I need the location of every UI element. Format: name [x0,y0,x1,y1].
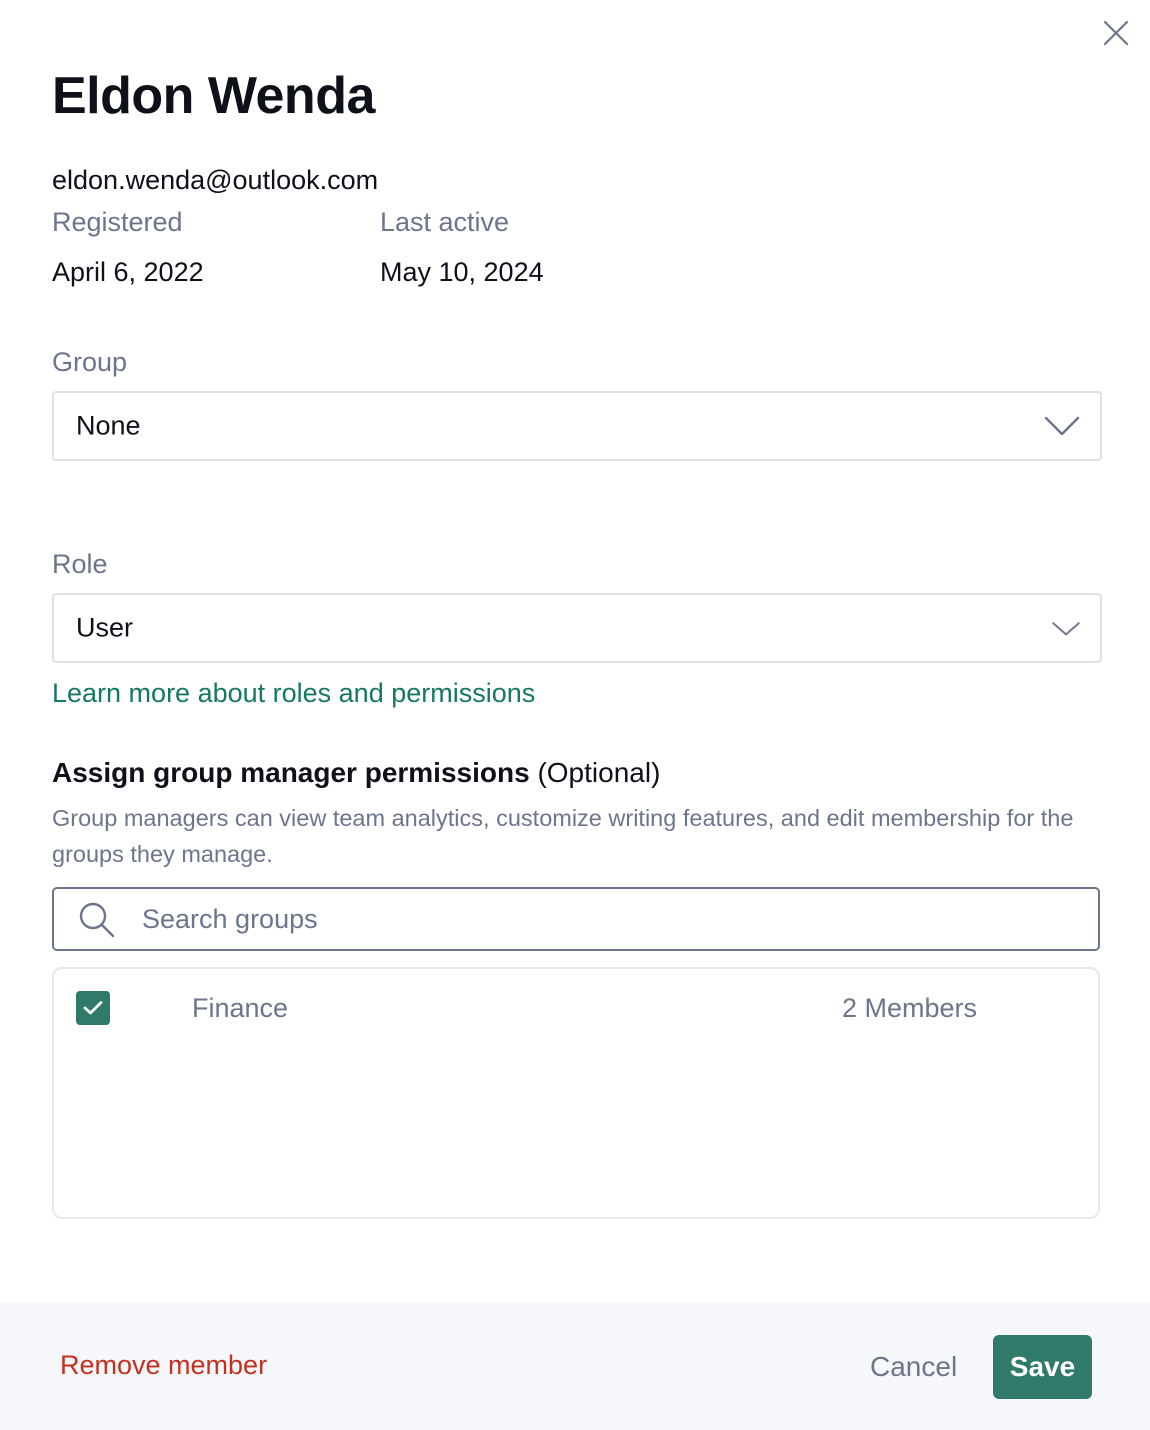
last-active-label: Last active [380,207,510,237]
member-email: eldon.wenda@outlook.com [52,165,379,195]
manager-section-title: Assign group manager permissions (Option… [52,757,660,789]
remove-member-button[interactable]: Remove member [60,1350,267,1381]
manager-section-heading: Assign group manager permissions [52,757,530,788]
list-item[interactable]: Finance 2 Members [54,969,1098,1049]
search-icon [79,902,115,938]
save-button[interactable]: Save [993,1335,1092,1399]
registered-value: April 6, 2022 [52,257,204,287]
role-select[interactable]: User [52,593,1102,663]
cancel-button[interactable]: Cancel [870,1351,957,1383]
registered-label: Registered [52,207,183,237]
chevron-down-icon [1052,622,1080,636]
search-groups-input[interactable] [142,897,1072,941]
close-button[interactable] [1098,15,1134,51]
group-checkbox-finance[interactable] [76,991,110,1025]
check-icon [83,1001,103,1015]
search-groups-box[interactable] [52,887,1100,951]
manager-section-description: Group managers can view team analytics, … [52,805,1074,867]
learn-more-roles-link[interactable]: Learn more about roles and permissions [52,678,535,709]
group-select-value: None [76,410,141,441]
group-name: Finance [192,993,289,1023]
role-select-value: User [76,612,134,643]
optional-tag: (Optional) [537,757,661,788]
group-select[interactable]: None [52,391,1102,461]
group-member-count: 2 Members [842,993,978,1023]
role-label: Role [52,549,108,579]
group-label: Group [52,347,128,377]
group-list: Finance 2 Members [52,967,1100,1219]
member-name: Eldon Wenda [52,67,375,125]
close-icon [1103,20,1129,46]
modal-footer: Remove member Cancel Save [0,1302,1150,1430]
last-active-value: May 10, 2024 [380,257,544,287]
edit-member-modal: Eldon Wenda eldon.wenda@outlook.com Regi… [0,0,1150,1430]
chevron-down-icon [1044,416,1080,436]
